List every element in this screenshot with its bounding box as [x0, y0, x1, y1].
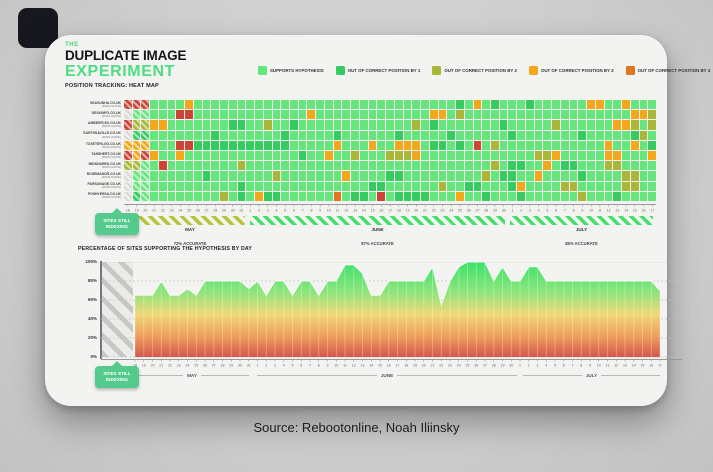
month-label: MAY	[135, 373, 249, 378]
badge-text-line2: INDEXING	[106, 377, 128, 383]
month-label: JUNE	[257, 373, 517, 378]
page-background: { "page": { "source_caption": "Source: R…	[0, 0, 713, 472]
area-month-labels: MAY JUNE JULY	[45, 35, 667, 406]
source-caption: Source: Rebootonline, Noah Iliinsky	[0, 420, 713, 435]
sites-still-indexing-badge-bottom: SITES STILL INDEXING	[95, 366, 139, 388]
infographic-card: THE DUPLICATE IMAGE EXPERIMENT POSITION …	[45, 35, 667, 406]
month-label: JULY	[523, 373, 660, 378]
